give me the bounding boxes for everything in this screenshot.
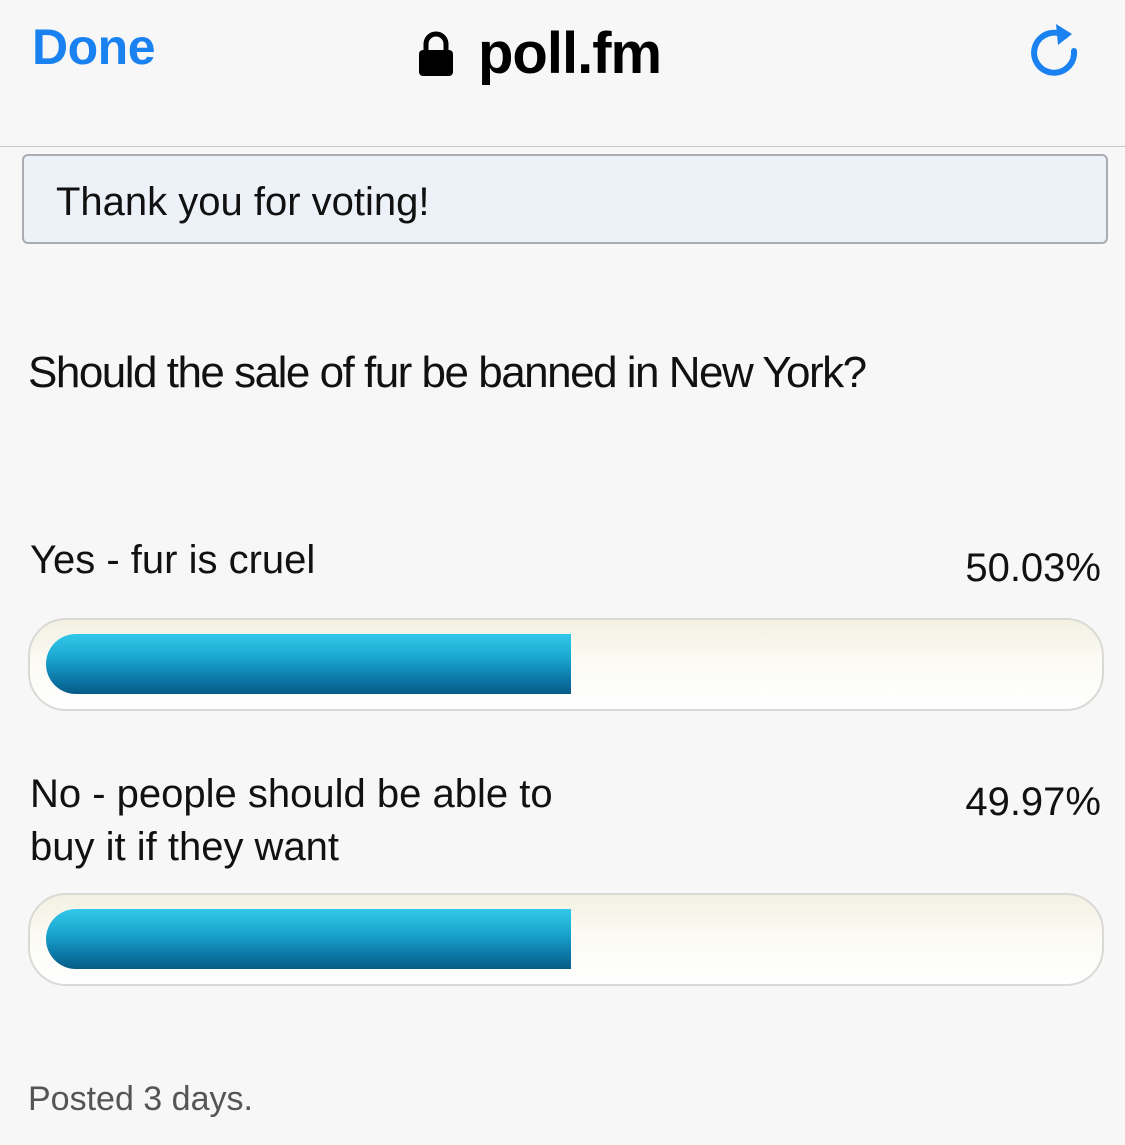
address-bar[interactable]: poll.fm [418,18,662,88]
option-label-no: No - people should be able to buy it if … [30,772,553,869]
url-text: poll.fm [478,20,662,86]
result-bar-fill-yes [46,634,571,694]
result-bar-track-yes [28,618,1104,711]
poll-question: Should the sale of fur be banned in New … [28,348,867,397]
lock-icon [419,31,453,76]
option-percent-yes: 50.03% [965,546,1101,590]
option-label-yes: Yes - fur is cruel [30,538,316,582]
vote-confirmation-text: Thank you for voting! [56,180,430,224]
posted-time: Posted 3 days. [28,1080,253,1118]
reload-icon[interactable] [1028,20,1082,80]
done-button[interactable]: Done [32,18,156,76]
result-bar-fill-no [46,909,571,969]
option-percent-no: 49.97% [965,780,1101,824]
vote-confirmation-banner: Thank you for voting! [22,154,1108,244]
result-bar-track-no [28,893,1104,986]
browser-navbar: Done poll.fm [0,0,1125,147]
